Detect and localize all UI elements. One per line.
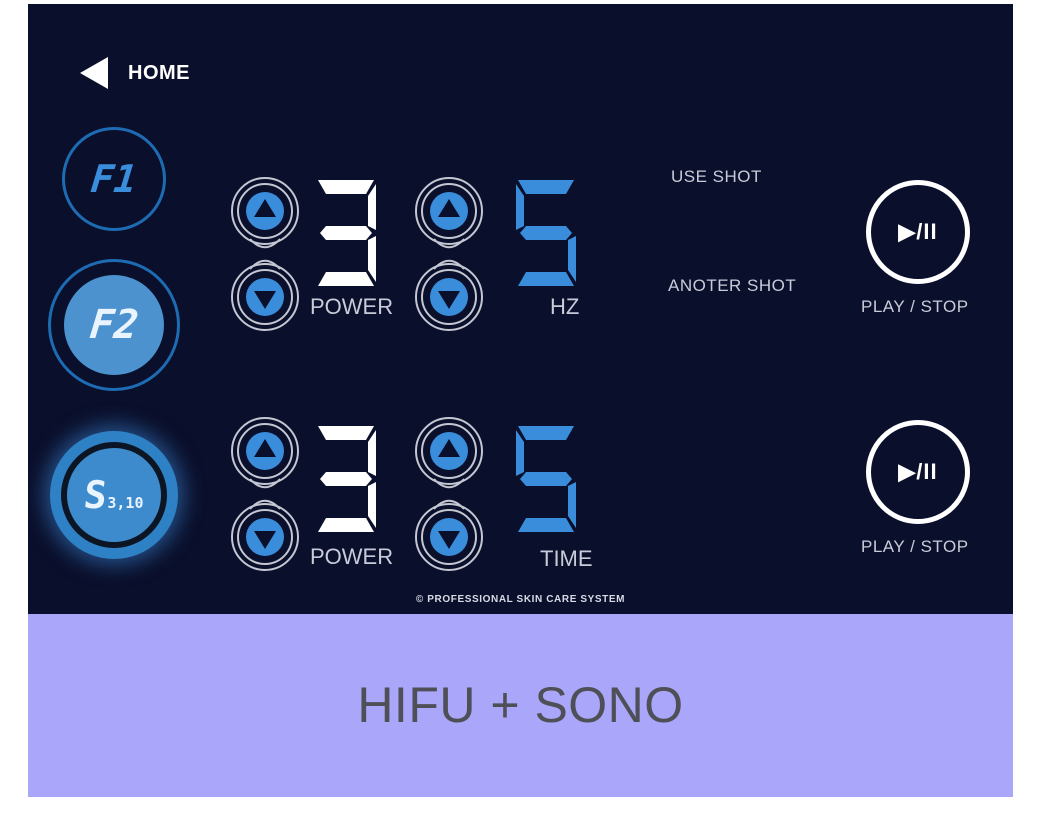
home-label: HOME [128, 61, 190, 84]
power-up-button[interactable] [230, 176, 300, 246]
play-pause-icon: ▶/II [898, 219, 938, 244]
time-stepper-row2 [414, 416, 484, 572]
hz-down-button[interactable] [414, 262, 484, 332]
mode-s-sub-label: 3,10 [107, 494, 144, 512]
seven-segment-five [516, 426, 576, 532]
play-stop-label: PLAY / STOP [861, 297, 969, 316]
another-shot-label: ANOTER SHOT [668, 276, 797, 295]
mode-f1-button[interactable]: F1 [62, 127, 166, 231]
control-panel: HOME F1 F2 S 3,10 POWER HZ POWER TIME US… [28, 4, 1013, 614]
power-label: POWER [310, 544, 394, 569]
power-down-button[interactable] [230, 502, 300, 572]
mode-f2-label: F2 [87, 302, 141, 348]
power-stepper-row1 [230, 176, 300, 332]
power-up-button[interactable] [230, 416, 300, 486]
power-stepper-row2 [230, 416, 300, 572]
mode-s-button[interactable]: S 3,10 [50, 431, 178, 559]
time-up-button[interactable] [414, 416, 484, 486]
time-label: TIME [540, 546, 593, 571]
mode-s-ring: S 3,10 [61, 442, 167, 548]
play-stop-button[interactable]: ▶/II [866, 180, 970, 284]
mode-f2-button[interactable]: F2 [48, 259, 180, 391]
play-stop-button[interactable]: ▶/II [866, 420, 970, 524]
hz-stepper-row1 [414, 176, 484, 332]
home-button[interactable]: HOME [80, 56, 190, 90]
play-pause-icon: ▶/II [898, 459, 938, 484]
hz-up-button[interactable] [414, 176, 484, 246]
play-stop-label: PLAY / STOP [861, 537, 969, 556]
caption-title: HIFU + SONO [357, 677, 684, 733]
seven-segment-three [318, 426, 376, 532]
power-label: POWER [310, 294, 394, 319]
caption-band: HIFU + SONO [28, 614, 1013, 797]
mode-f1-label: F1 [88, 157, 140, 201]
mode-s-label: S [82, 473, 110, 517]
use-shot-label: USE SHOT [671, 167, 762, 186]
hz-label: HZ [550, 294, 580, 319]
power-down-button[interactable] [230, 262, 300, 332]
footer-tagline: © PROFESSIONAL SKIN CARE SYSTEM [415, 594, 626, 605]
mode-f2-fill: F2 [64, 275, 164, 375]
seven-segment-three [318, 180, 376, 286]
time-down-button[interactable] [414, 502, 484, 572]
back-arrow-icon [80, 57, 108, 89]
seven-segment-five [516, 180, 576, 286]
